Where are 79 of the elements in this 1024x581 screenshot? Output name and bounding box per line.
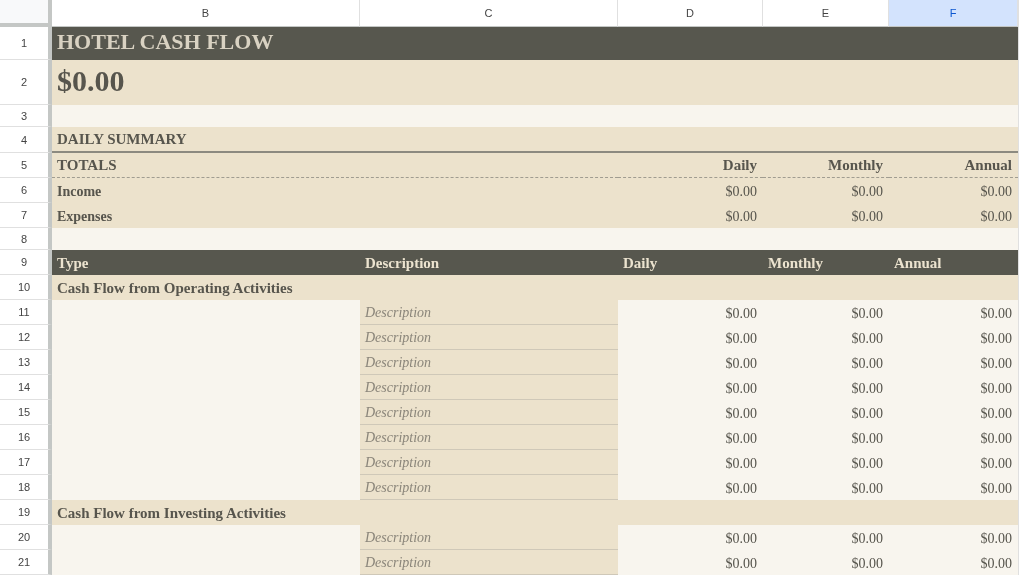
column-heading: Monthly (763, 250, 889, 275)
row-number[interactable]: 10 (0, 275, 52, 300)
row-number[interactable]: 15 (0, 400, 52, 425)
table-cell: $0.00 (618, 178, 763, 203)
total-amount: $0.00 (52, 60, 1018, 105)
column-heading: Monthly (763, 153, 889, 178)
table-cell: $0.00 (763, 475, 889, 500)
row-number[interactable]: 18 (0, 475, 52, 500)
row-number[interactable]: 20 (0, 525, 52, 550)
column-heading: Daily (618, 250, 763, 275)
table-cell: $0.00 (618, 550, 763, 575)
row-number[interactable]: 8 (0, 228, 52, 250)
table-cell: $0.00 (889, 525, 1018, 550)
column-heading: Annual (889, 250, 1018, 275)
table-cell: $0.00 (618, 425, 763, 450)
row-number[interactable]: 19 (0, 500, 52, 525)
table-cell: $0.00 (618, 300, 763, 325)
table-cell: $0.00 (763, 178, 889, 203)
table-cell: $0.00 (618, 375, 763, 400)
row-number[interactable]: 16 (0, 425, 52, 450)
column-header[interactable]: D (618, 0, 763, 27)
table-cell: $0.00 (889, 203, 1018, 228)
table-cell: $0.00 (763, 325, 889, 350)
table-cell: $0.00 (889, 550, 1018, 575)
table-cell: $0.00 (763, 550, 889, 575)
column-header[interactable]: C (360, 0, 618, 27)
column-heading: Description (360, 250, 618, 275)
table-cell: Income (52, 178, 618, 203)
row-number[interactable]: 17 (0, 450, 52, 475)
column-header[interactable]: E (763, 0, 889, 27)
row-number[interactable]: 7 (0, 203, 52, 228)
sheet-title: HOTEL CASH FLOW (52, 27, 1018, 60)
table-cell: $0.00 (889, 400, 1018, 425)
column-heading: Annual (889, 153, 1018, 178)
table-cell: $0.00 (618, 400, 763, 425)
table-cell: TOTALS (52, 153, 618, 178)
table-cell: $0.00 (889, 375, 1018, 400)
section-title: Cash Flow from Investing Activities (52, 500, 1018, 525)
row-number[interactable]: 4 (0, 127, 52, 153)
table-cell: $0.00 (763, 350, 889, 375)
table-cell: $0.00 (889, 475, 1018, 500)
section-title: Cash Flow from Operating Activities (52, 275, 1018, 300)
table-cell: $0.00 (618, 450, 763, 475)
table-cell: $0.00 (889, 350, 1018, 375)
table-cell: $0.00 (763, 525, 889, 550)
table-cell: $0.00 (889, 325, 1018, 350)
table-cell: $0.00 (618, 325, 763, 350)
row-number[interactable]: 14 (0, 375, 52, 400)
table-cell: $0.00 (763, 450, 889, 475)
table-cell: $0.00 (763, 425, 889, 450)
row-number[interactable]: 21 (0, 550, 52, 575)
table-cell: $0.00 (763, 400, 889, 425)
table-cell: $0.00 (889, 300, 1018, 325)
table-cell: $0.00 (618, 475, 763, 500)
table-cell: $0.00 (889, 425, 1018, 450)
column-header[interactable]: B (52, 0, 360, 27)
row-number[interactable]: 11 (0, 300, 52, 325)
column-heading: Daily (618, 153, 763, 178)
row-number[interactable]: 13 (0, 350, 52, 375)
table-cell: $0.00 (763, 375, 889, 400)
table-cell: $0.00 (763, 203, 889, 228)
row-number[interactable]: 1 (0, 27, 52, 60)
row-number[interactable]: 9 (0, 250, 52, 275)
table-cell: Expenses (52, 203, 618, 228)
row-number[interactable]: 6 (0, 178, 52, 203)
table-cell: $0.00 (763, 300, 889, 325)
row-number[interactable]: 12 (0, 325, 52, 350)
row-number[interactable]: 2 (0, 60, 52, 105)
row-number[interactable]: 5 (0, 153, 52, 178)
column-header[interactable]: F (889, 0, 1018, 27)
row-number[interactable]: 3 (0, 105, 52, 127)
table-cell: $0.00 (618, 525, 763, 550)
table-cell: $0.00 (618, 203, 763, 228)
column-heading: Type (52, 250, 360, 275)
table-cell: $0.00 (618, 350, 763, 375)
section-heading: DAILY SUMMARY (52, 127, 1018, 153)
table-cell: $0.00 (889, 178, 1018, 203)
select-all-corner[interactable] (0, 0, 52, 27)
table-cell: $0.00 (889, 450, 1018, 475)
